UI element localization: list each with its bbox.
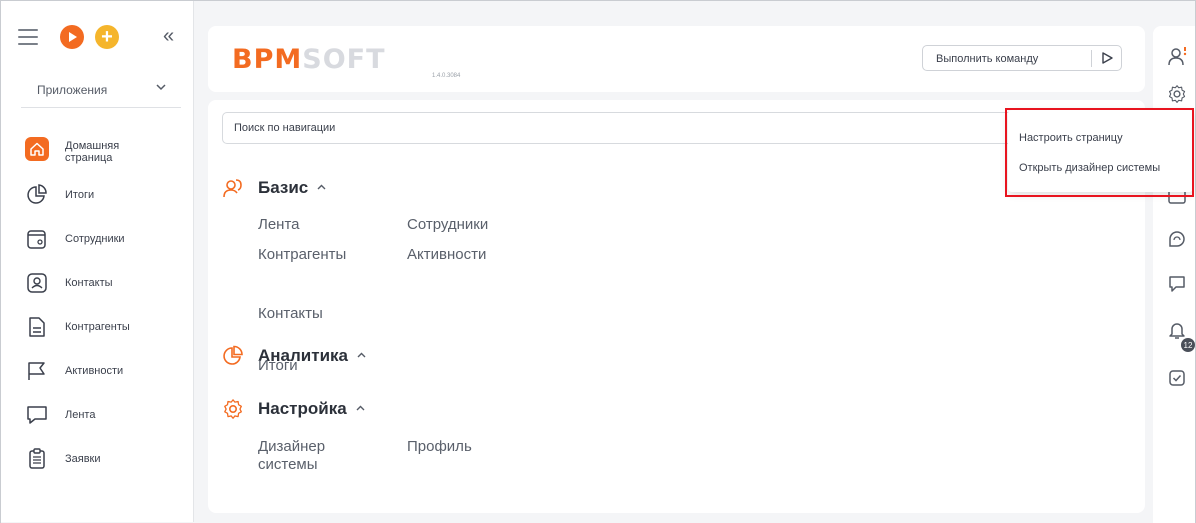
sidebar-toolbar: + «	[15, 25, 185, 51]
command-divider	[1091, 50, 1092, 67]
right-rail: 12	[1153, 26, 1195, 523]
nav-link[interactable]: Активности	[407, 246, 486, 264]
flag-icon	[25, 359, 49, 383]
sidebar-item-feed[interactable]: Лента	[1, 397, 194, 441]
pie-chart-icon	[222, 345, 244, 367]
section-basis-header[interactable]: Базис	[222, 176, 327, 200]
sidebar-divider	[21, 107, 181, 108]
command-input[interactable]: Выполнить команду	[922, 45, 1122, 71]
collapse-sidebar-icon[interactable]: «	[163, 26, 174, 46]
chevron-up-icon	[316, 181, 327, 196]
sidebar-item-label: Контрагенты	[65, 321, 130, 333]
sidebar-nav: Домашняя страница Итоги Сотрудники Конта…	[1, 129, 194, 485]
gear-icon[interactable]	[1167, 84, 1187, 104]
nav-link[interactable]: Сотрудники	[407, 216, 488, 234]
settings-dropdown-menu: Настроить страницу Открыть дизайнер сист…	[1008, 110, 1193, 192]
apps-dropdown[interactable]: Приложения	[21, 76, 171, 102]
navigation-panel: Поиск по навигации Базис Лента Сотрудник…	[208, 100, 1145, 513]
header: BPM SOFT 1.4.0.3084 Выполнить команду	[208, 26, 1145, 92]
home-icon	[25, 137, 49, 161]
chat-bubbles-icon[interactable]	[1167, 230, 1187, 250]
sidebar-item-label: Контакты	[65, 277, 113, 289]
process-play-button[interactable]	[60, 25, 84, 49]
section-title: Базис	[258, 178, 309, 197]
clipboard-icon	[25, 447, 49, 471]
user-profile-icon[interactable]	[1167, 46, 1187, 66]
message-icon[interactable]	[1167, 274, 1187, 294]
logo-bpm-text: BPM	[232, 44, 303, 75]
bell-icon[interactable]	[1167, 320, 1187, 340]
menu-icon[interactable]	[18, 29, 38, 45]
nav-link[interactable]: Профиль	[407, 438, 472, 456]
pie-chart-icon	[25, 183, 49, 207]
command-placeholder: Выполнить команду	[936, 53, 1039, 65]
section-settings-header[interactable]: Настройка	[222, 397, 366, 421]
sidebar-item-activities[interactable]: Активности	[1, 353, 194, 397]
sidebar: + « Приложения Домашняя страница Итоги С…	[1, 1, 194, 522]
tasks-icon[interactable]	[1167, 368, 1187, 388]
chat-icon	[25, 403, 49, 427]
nav-link[interactable]: Контрагенты	[258, 246, 346, 264]
gear-icon	[222, 398, 244, 420]
nav-link[interactable]: Дизайнер системы	[258, 438, 325, 474]
version-label: 1.4.0.3084	[432, 73, 461, 79]
chevron-up-icon	[356, 349, 367, 364]
sidebar-item-label: Домашняя страница	[65, 140, 120, 164]
nav-link[interactable]: Контакты	[258, 305, 323, 323]
sidebar-item-home[interactable]: Домашняя страница	[1, 129, 194, 177]
section-title: Настройка	[258, 399, 347, 418]
run-command-icon[interactable]	[1099, 50, 1115, 66]
sidebar-item-label: Лента	[65, 409, 96, 421]
users-icon	[222, 177, 244, 199]
notification-count-badge: 12	[1181, 338, 1195, 352]
logo-soft-text: SOFT	[302, 44, 386, 75]
contacts-icon	[25, 271, 49, 295]
add-button[interactable]: +	[95, 25, 119, 49]
employees-icon	[25, 227, 49, 251]
sidebar-item-label: Итоги	[65, 189, 95, 201]
nav-link[interactable]: Лента	[258, 216, 300, 234]
menu-item-open-system-designer[interactable]: Открыть дизайнер системы	[1019, 162, 1160, 174]
search-placeholder: Поиск по навигации	[234, 122, 336, 134]
chevron-down-icon	[155, 81, 167, 96]
sidebar-item-requests[interactable]: Заявки	[1, 441, 194, 485]
nav-link[interactable]: Итоги	[258, 357, 298, 375]
bpmsoft-logo: BPM SOFT	[232, 44, 386, 75]
sidebar-item-employees[interactable]: Сотрудники	[1, 221, 194, 265]
sidebar-item-totals[interactable]: Итоги	[1, 177, 194, 221]
sidebar-item-label: Сотрудники	[65, 233, 125, 245]
sidebar-item-contacts[interactable]: Контакты	[1, 265, 194, 309]
apps-dropdown-label: Приложения	[37, 83, 108, 97]
menu-item-configure-page[interactable]: Настроить страницу	[1019, 132, 1123, 144]
play-icon	[69, 32, 77, 42]
sidebar-item-counterparties[interactable]: Контрагенты	[1, 309, 194, 353]
sidebar-item-label: Заявки	[65, 453, 101, 465]
navigation-search-input[interactable]: Поиск по навигации	[222, 112, 1132, 144]
sidebar-item-label: Активности	[65, 365, 124, 377]
document-icon	[25, 315, 49, 339]
chevron-up-icon	[355, 402, 366, 417]
plus-icon: +	[101, 26, 113, 48]
